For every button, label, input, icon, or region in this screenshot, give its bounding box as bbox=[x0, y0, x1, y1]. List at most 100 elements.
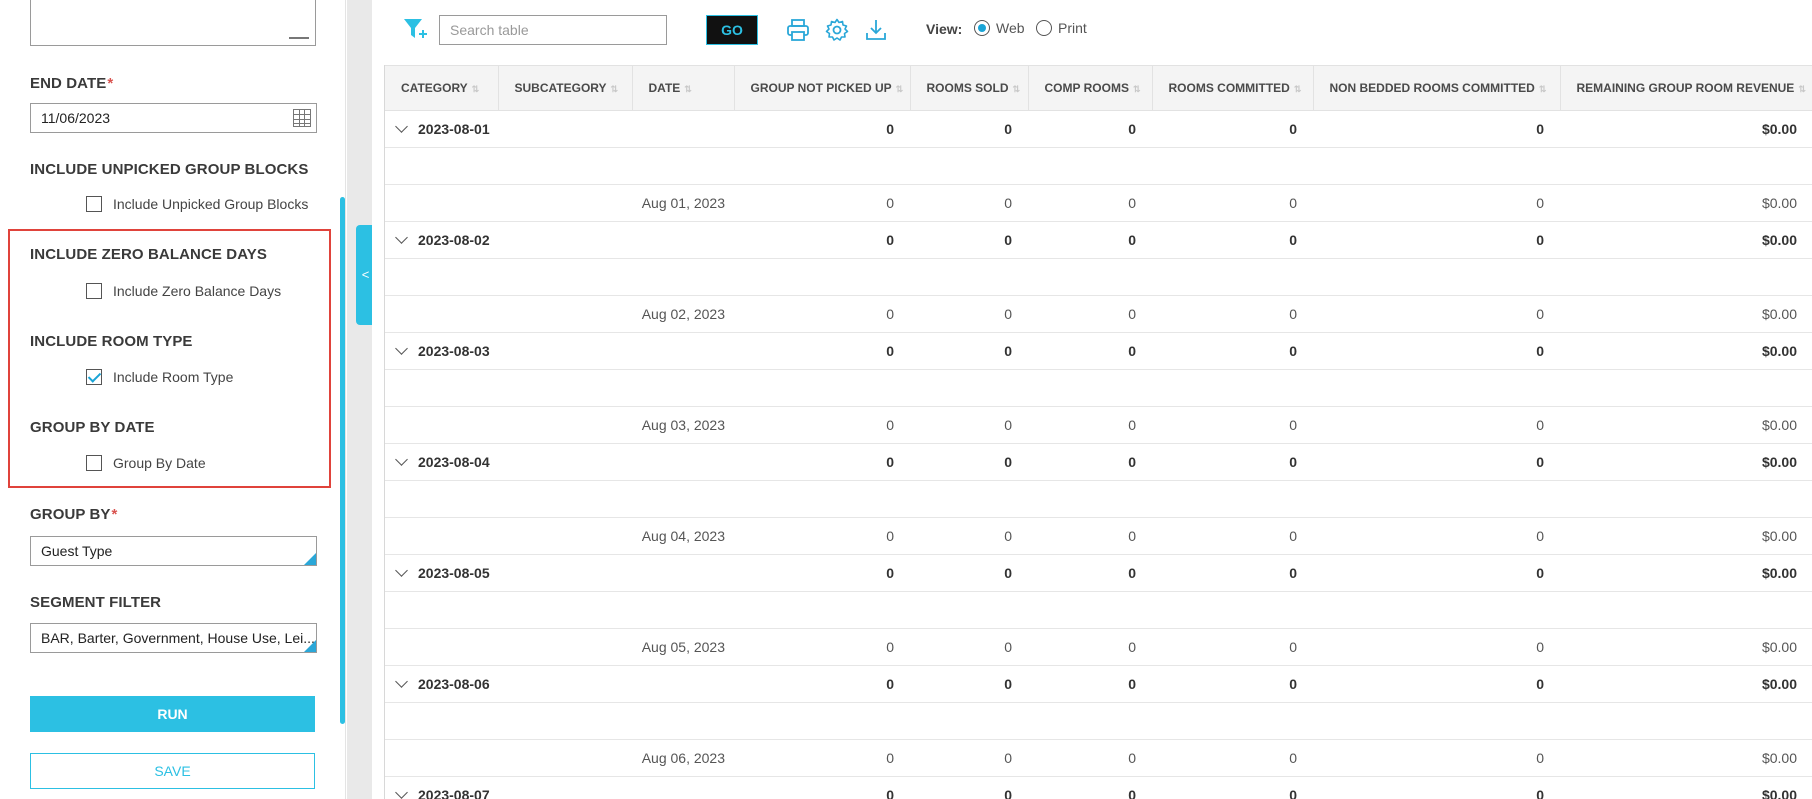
zero-balance-checkbox-label: Include Zero Balance Days bbox=[113, 283, 282, 299]
group-row[interactable]: 2023-08-06 0 0 0 0 0 $0.00 bbox=[385, 665, 1812, 703]
print-icon[interactable] bbox=[786, 18, 810, 42]
value-cell: 0 bbox=[1028, 406, 1152, 444]
group-total-cell: 0 bbox=[1028, 776, 1152, 799]
segment-filter-select[interactable]: BAR, Barter, Government, House Use, Lei.… bbox=[30, 623, 317, 653]
column-header[interactable]: ROOMS SOLD ⇅ bbox=[910, 65, 1029, 111]
search-input[interactable] bbox=[439, 15, 667, 45]
subcategory-row bbox=[385, 147, 1812, 185]
group-row-label[interactable]: 2023-08-01 bbox=[385, 110, 734, 148]
column-header[interactable]: CATEGORY ⇅ bbox=[385, 65, 499, 111]
chevron-down-icon[interactable] bbox=[395, 342, 408, 355]
table-row[interactable]: Aug 06, 2023 0 0 0 0 0 $0.00 bbox=[385, 739, 1812, 777]
group-row-label[interactable]: 2023-08-04 bbox=[385, 443, 734, 481]
column-header[interactable]: SUBCATEGORY ⇅ bbox=[498, 65, 633, 111]
previous-field-stub[interactable] bbox=[30, 0, 316, 46]
empty-cell bbox=[385, 369, 1812, 407]
group-row-label[interactable]: 2023-08-06 bbox=[385, 665, 734, 703]
subcategory-cell bbox=[498, 628, 632, 666]
end-date-input[interactable]: 11/06/2023 bbox=[30, 103, 317, 133]
go-button[interactable]: GO bbox=[706, 15, 758, 45]
value-cell: $0.00 bbox=[1560, 406, 1812, 444]
group-total-cell: 0 bbox=[1028, 443, 1152, 481]
dropdown-corner-icon bbox=[304, 553, 316, 565]
group-row-label[interactable]: 2023-08-07 bbox=[385, 776, 734, 799]
subcategory-row bbox=[385, 702, 1812, 740]
panel-gutter bbox=[347, 0, 372, 799]
column-header[interactable]: ROOMS COMMITTED ⇅ bbox=[1152, 65, 1314, 111]
value-cell: 0 bbox=[910, 184, 1028, 222]
column-header[interactable]: COMP ROOMS ⇅ bbox=[1028, 65, 1153, 111]
chevron-down-icon[interactable] bbox=[395, 786, 408, 799]
filter-add-icon[interactable] bbox=[402, 16, 428, 44]
group-row[interactable]: 2023-08-02 0 0 0 0 0 $0.00 bbox=[385, 221, 1812, 259]
date-cell: Aug 05, 2023 bbox=[632, 628, 734, 666]
report-table-container: CATEGORY ⇅ SUBCATEGORY ⇅ DATE ⇅ GROUP NOT P… bbox=[384, 65, 1812, 799]
view-web-option[interactable]: Web bbox=[974, 20, 1025, 36]
group-by-date-option[interactable]: Group By Date bbox=[86, 454, 206, 472]
value-cell: 0 bbox=[1313, 406, 1560, 444]
group-row[interactable]: 2023-08-04 0 0 0 0 0 $0.00 bbox=[385, 443, 1812, 481]
view-print-radio[interactable] bbox=[1036, 20, 1052, 36]
value-cell: 0 bbox=[910, 406, 1028, 444]
column-header[interactable]: REMAINING GROUP ROOM REVENUE ⇅ bbox=[1560, 65, 1812, 111]
zero-balance-checkbox[interactable] bbox=[86, 283, 102, 299]
group-total-cell: $0.00 bbox=[1560, 332, 1812, 370]
value-cell: $0.00 bbox=[1560, 739, 1812, 777]
room-type-option[interactable]: Include Room Type bbox=[86, 368, 233, 386]
column-header[interactable]: DATE ⇅ bbox=[632, 65, 735, 111]
chevron-down-icon[interactable] bbox=[395, 453, 408, 466]
group-by-value: Guest Type bbox=[41, 543, 113, 559]
table-row[interactable]: Aug 05, 2023 0 0 0 0 0 $0.00 bbox=[385, 628, 1812, 666]
unpicked-blocks-option[interactable]: Include Unpicked Group Blocks bbox=[86, 195, 308, 213]
segment-filter-value: BAR, Barter, Government, House Use, Lei.… bbox=[41, 630, 315, 646]
table-row[interactable]: Aug 01, 2023 0 0 0 0 0 $0.00 bbox=[385, 184, 1812, 222]
view-print-option[interactable]: Print bbox=[1036, 20, 1087, 36]
run-button[interactable]: RUN bbox=[30, 696, 315, 732]
chevron-down-icon[interactable] bbox=[395, 120, 408, 133]
chevron-down-icon[interactable] bbox=[395, 231, 408, 244]
column-header[interactable]: NON BEDDED ROOMS COMMITTED ⇅ bbox=[1313, 65, 1561, 111]
report-table: CATEGORY ⇅ SUBCATEGORY ⇅ DATE ⇅ GROUP NOT P… bbox=[385, 65, 1812, 799]
group-total-cell: 0 bbox=[734, 110, 910, 148]
chevron-down-icon[interactable] bbox=[395, 564, 408, 577]
view-web-radio[interactable] bbox=[974, 20, 990, 36]
table-toolbar: GO View: Web Print bbox=[372, 0, 1812, 64]
table-row[interactable]: Aug 03, 2023 0 0 0 0 0 $0.00 bbox=[385, 406, 1812, 444]
group-row[interactable]: 2023-08-01 0 0 0 0 0 $0.00 bbox=[385, 110, 1812, 148]
table-row[interactable]: Aug 02, 2023 0 0 0 0 0 $0.00 bbox=[385, 295, 1812, 333]
report-main: GO View: Web Print bbox=[372, 0, 1812, 799]
table-row[interactable]: Aug 04, 2023 0 0 0 0 0 $0.00 bbox=[385, 517, 1812, 555]
value-cell: 0 bbox=[1313, 628, 1560, 666]
group-row[interactable]: 2023-08-03 0 0 0 0 0 $0.00 bbox=[385, 332, 1812, 370]
unpicked-blocks-checkbox[interactable] bbox=[86, 196, 102, 212]
zero-balance-option[interactable]: Include Zero Balance Days bbox=[86, 282, 281, 300]
group-row[interactable]: 2023-08-07 0 0 0 0 0 $0.00 bbox=[385, 776, 1812, 799]
value-cell: 0 bbox=[910, 295, 1028, 333]
group-row-label[interactable]: 2023-08-02 bbox=[385, 221, 734, 259]
group-total-cell: 0 bbox=[1313, 221, 1560, 259]
group-total-cell: 0 bbox=[1028, 221, 1152, 259]
empty-cell bbox=[385, 480, 1812, 518]
sidebar-scrollbar[interactable] bbox=[340, 197, 345, 724]
calendar-icon[interactable] bbox=[293, 109, 311, 127]
empty-cell bbox=[385, 258, 1812, 296]
group-total-cell: 0 bbox=[734, 443, 910, 481]
group-row-label[interactable]: 2023-08-05 bbox=[385, 554, 734, 592]
column-header[interactable]: GROUP NOT PICKED UP ⇅ bbox=[734, 65, 911, 111]
download-icon[interactable] bbox=[864, 18, 888, 42]
chevron-down-icon[interactable] bbox=[395, 675, 408, 688]
group-by-select[interactable]: Guest Type bbox=[30, 536, 317, 566]
group-row-label[interactable]: 2023-08-03 bbox=[385, 332, 734, 370]
group-row[interactable]: 2023-08-05 0 0 0 0 0 $0.00 bbox=[385, 554, 1812, 592]
category-cell bbox=[385, 739, 498, 777]
save-button[interactable]: SAVE bbox=[30, 753, 315, 789]
group-total-cell: 0 bbox=[1152, 443, 1313, 481]
room-type-checkbox[interactable] bbox=[86, 369, 102, 385]
value-cell: 0 bbox=[1028, 628, 1152, 666]
group-total-cell: 0 bbox=[1313, 110, 1560, 148]
room-type-checkbox-label: Include Room Type bbox=[113, 369, 234, 385]
settings-gear-icon[interactable] bbox=[825, 18, 849, 42]
value-cell: 0 bbox=[1028, 184, 1152, 222]
group-by-date-checkbox[interactable] bbox=[86, 455, 102, 471]
group-total-cell: 0 bbox=[1313, 443, 1560, 481]
